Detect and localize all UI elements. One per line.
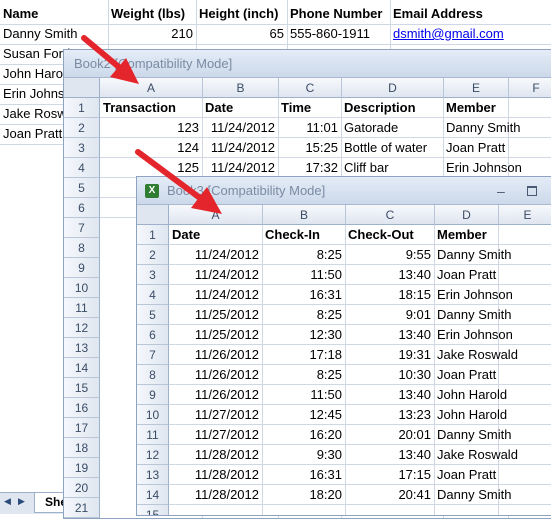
red-arrow-icon: [135, 149, 222, 214]
red-arrow-icon: [81, 35, 139, 84]
annotation-arrows: [81, 35, 222, 214]
